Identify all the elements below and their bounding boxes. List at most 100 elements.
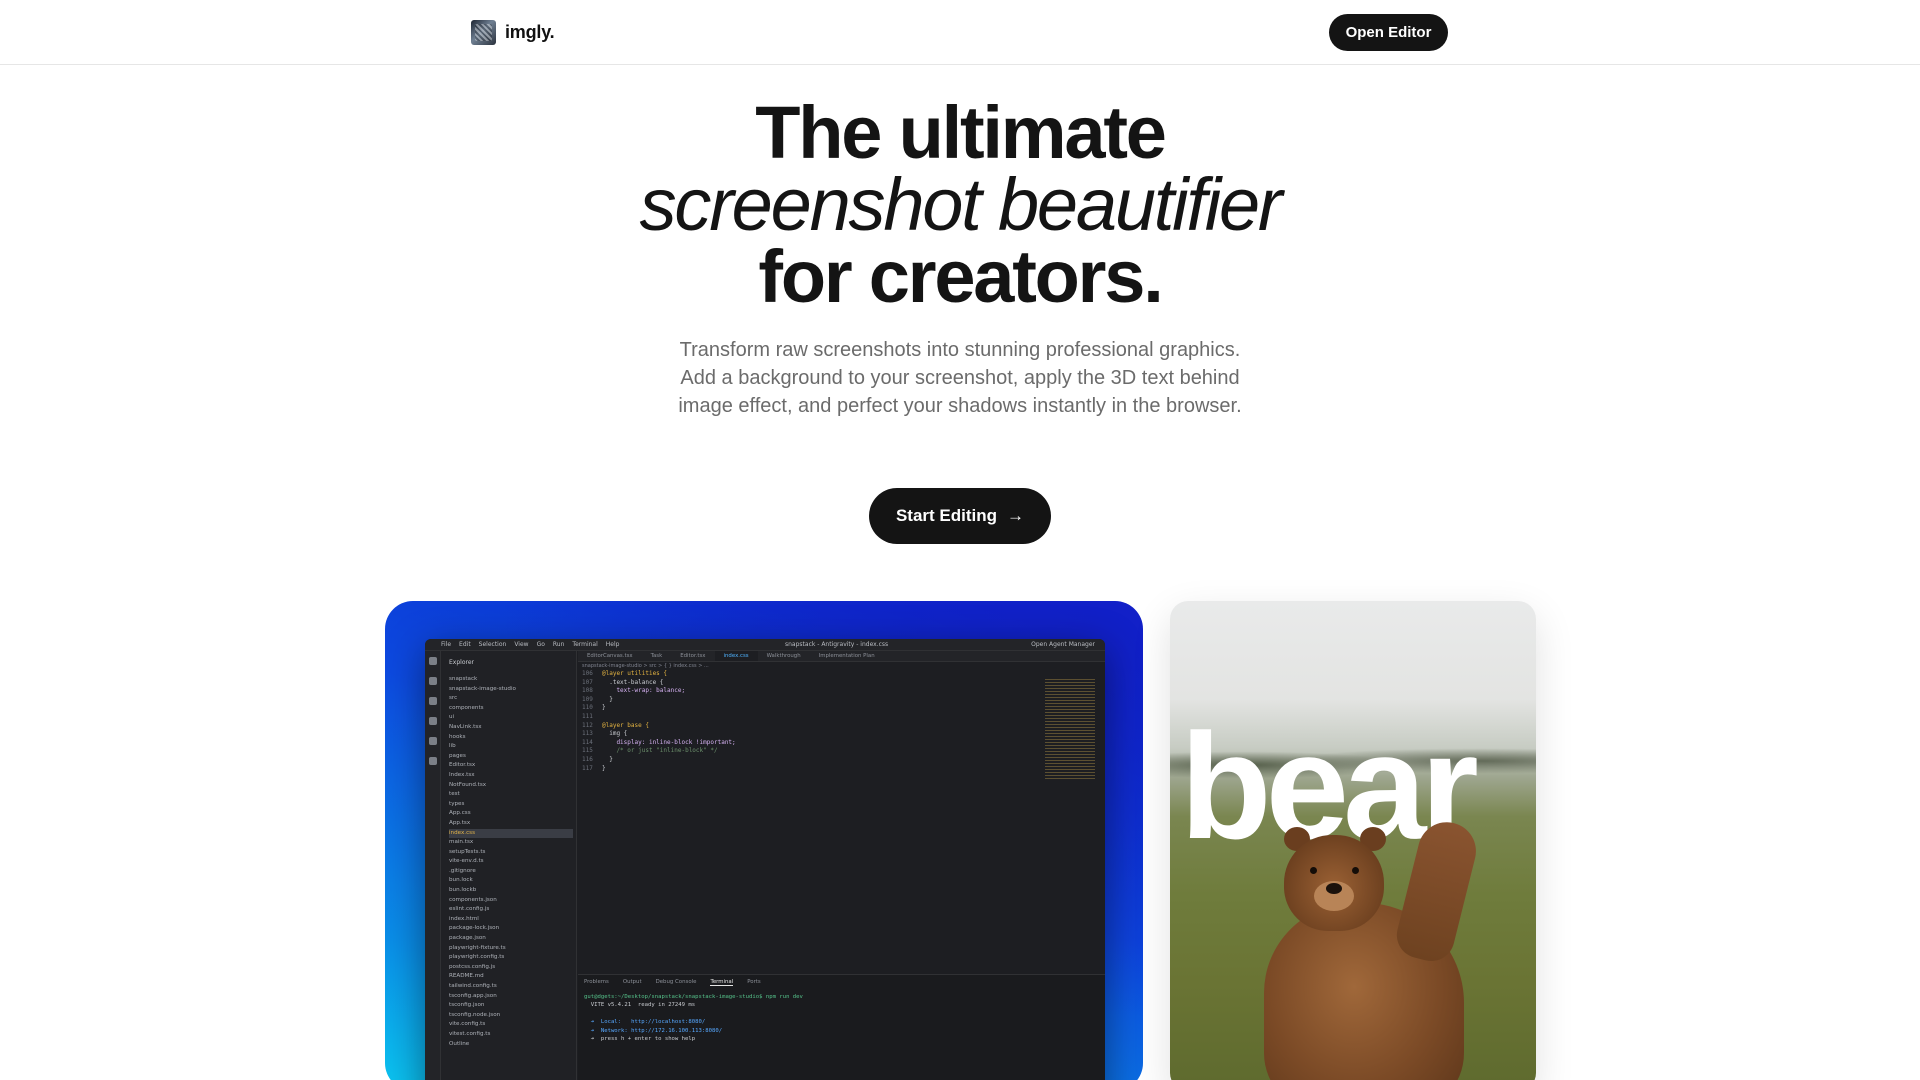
panel-tab: Output	[622, 979, 642, 985]
bear-showcase-card[interactable]: bear	[1170, 601, 1536, 1080]
file-tree-item: tsconfig.app.json	[449, 992, 497, 999]
bear-eye-left	[1310, 867, 1317, 874]
file-tree-item: vite.config.ts	[449, 1021, 486, 1028]
file-tree-item: tsconfig.json	[449, 1002, 485, 1009]
code-text: .text-balance {	[602, 678, 664, 686]
terminal-line: ➜ Local: http://localhost:8080/	[584, 1019, 706, 1026]
line-number: 117	[582, 764, 593, 772]
code-line: 112 @layer base {	[582, 722, 1022, 731]
start-editing-button[interactable]: Start Editing →	[869, 488, 1051, 544]
ide-tab: EditorCanvas.tsx	[587, 653, 633, 659]
file-tree-item: Outline	[449, 1040, 470, 1047]
terminal-line: ➜ Network: http://172.16.100.113:8080/	[584, 1027, 723, 1034]
line-number: 109	[582, 695, 593, 703]
terminal-line: VITE v5.4.21 ready in 27249 ms	[584, 1002, 696, 1009]
code-text: @layer utilities {	[602, 670, 668, 677]
line-number: 113	[582, 730, 593, 738]
line-number: 114	[582, 738, 593, 746]
code-line: 114 display: inline-block !important;	[582, 739, 1022, 748]
terminal-line: gut@dgets:~/Desktop/snapstack/snapstack-…	[584, 994, 803, 1000]
file-tree-item: postcss.config.js	[449, 963, 496, 970]
file-tree-item: src	[449, 695, 458, 702]
file-tree-item: components	[449, 704, 484, 711]
minimap	[1045, 679, 1095, 779]
code-line: 108 text-wrap: balance;	[582, 687, 1022, 696]
ide-screenshot: File Edit Selection View Go Run Terminal Help s…	[425, 639, 1105, 1080]
file-tree-item: types	[449, 800, 465, 807]
file-tree-item: README.md	[449, 973, 484, 980]
code-line: 117}	[582, 765, 1022, 774]
ide-menu-item: Run	[552, 641, 565, 648]
line-number: 111	[582, 712, 593, 720]
bear-raised-arm	[1391, 816, 1483, 966]
open-editor-button[interactable]: Open Editor	[1329, 14, 1448, 51]
brand-name: imgly.	[505, 22, 555, 42]
brand[interactable]: imgly.	[471, 20, 555, 45]
hero-description: Transform raw screenshots into stunning …	[678, 339, 1242, 417]
remote-icon	[429, 737, 437, 745]
file-tree-item: tsconfig.node.json	[449, 1011, 501, 1018]
file-tree-item: pages	[449, 752, 466, 759]
code-text: }	[602, 695, 613, 703]
code-text: img {	[602, 730, 628, 738]
ide-menu: File Edit Selection View Go Run Terminal Help	[441, 641, 627, 648]
file-tree-item: App.tsx	[449, 819, 471, 826]
ide-panel: Problems Output Debug Console Terminal Ports…	[578, 974, 1105, 1080]
start-editing-label: Start Editing	[895, 506, 998, 525]
ide-menu-item: Go	[536, 641, 545, 648]
code-editor: 106 @layer utilities { 107 .text-balance {…	[582, 670, 1022, 773]
ide-explorer: Explorer snapstack snapstack-image-studio…	[441, 651, 577, 1080]
file-tree-item: vitest.config.ts	[449, 1030, 491, 1037]
line-number: 115	[582, 747, 593, 755]
file-tree-item: components.json	[449, 896, 497, 903]
ide-menu-item: File	[441, 641, 452, 648]
file-tree-item: playwright.config.ts	[449, 954, 505, 961]
file-tree-item: playwright-fixture.ts	[449, 944, 506, 951]
debug-icon	[429, 717, 437, 725]
code-line: 110}	[582, 704, 1022, 713]
ide-titlebar: File Edit Selection View Go Run Terminal Help s…	[425, 639, 1105, 651]
file-tree-item: index.css	[449, 828, 573, 839]
file-tree-item: NotFound.tsx	[449, 781, 487, 788]
file-tree-item: package-lock.json	[449, 925, 500, 932]
logo-icon	[471, 20, 496, 45]
line-number: 112	[582, 721, 593, 729]
code-line: 113 img {	[582, 730, 1022, 739]
panel-tab: Debug Console	[655, 979, 697, 985]
ide-tabs: EditorCanvas.tsx Task Editor.tsx index.css W…	[578, 651, 1105, 662]
ide-window-title: snapstack - Antigravity - index.css	[785, 641, 889, 648]
file-tree-item: ui	[449, 714, 455, 721]
hero-title-line-3: for creators.	[758, 235, 1163, 318]
panel-tab: Problems	[584, 979, 609, 985]
line-number: 106	[582, 670, 593, 677]
code-text: @layer base {	[602, 721, 649, 729]
file-tree-item: index.html	[449, 915, 479, 922]
file-tree-item: NavLink.tsx	[449, 723, 482, 730]
file-tree-item: App.css	[449, 810, 471, 817]
bear-illustration	[1248, 811, 1483, 1080]
editor-showcase-card[interactable]: File Edit Selection View Go Run Terminal Help s…	[385, 601, 1143, 1080]
extensions-icon	[429, 757, 437, 765]
panel-tab: Terminal	[710, 979, 734, 986]
ide-menu-item: View	[514, 641, 529, 648]
code-line: 116 }	[582, 756, 1022, 765]
code-line: 109 }	[582, 696, 1022, 705]
file-tree-item: Index.tsx	[449, 771, 475, 778]
file-tree-item: bun.lock	[449, 877, 473, 884]
ide-tab: Task	[650, 653, 663, 659]
file-tree-item: .gitignore	[449, 867, 476, 874]
search-icon	[429, 677, 437, 685]
file-tree-item: vite-env.d.ts	[449, 858, 484, 865]
code-line: 107 .text-balance {	[582, 679, 1022, 688]
file-tree-item: bun.lockb	[449, 887, 477, 894]
explorer-title: Explorer	[449, 659, 474, 666]
file-tree-item: lib	[449, 743, 456, 750]
hero-title-line-1: The ultimate	[755, 91, 1167, 174]
file-tree-item: main.tsx	[449, 839, 474, 846]
file-tree-item: hooks	[449, 733, 466, 740]
line-number: 108	[582, 687, 593, 695]
ide-menu-item: Terminal	[572, 641, 598, 648]
ide-tab: Implementation Plan	[818, 653, 875, 659]
file-tree-item: snapstack-image-studio	[449, 685, 516, 692]
